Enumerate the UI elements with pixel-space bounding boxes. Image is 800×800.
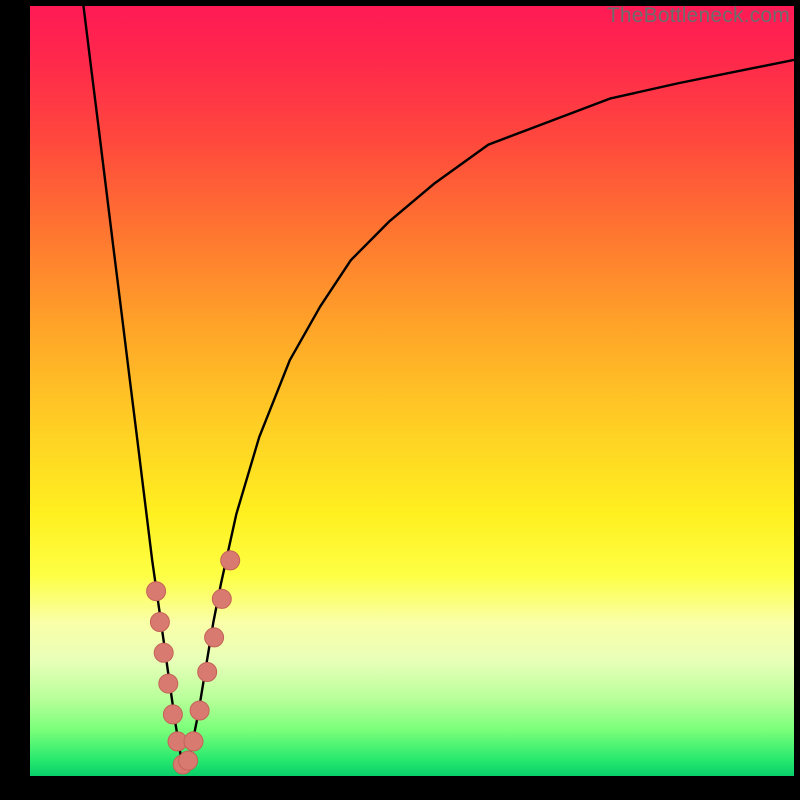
data-marker	[221, 551, 240, 570]
chart-frame: TheBottleneck.com	[0, 0, 800, 800]
data-marker	[184, 732, 203, 751]
data-marker	[163, 705, 182, 724]
data-marker	[147, 582, 166, 601]
data-marker	[190, 701, 209, 720]
plot-area	[30, 6, 794, 776]
data-marker	[150, 613, 169, 632]
watermark-text: TheBottleneck.com	[607, 4, 790, 28]
data-marker	[198, 663, 217, 682]
data-marker	[154, 643, 173, 662]
marker-cluster	[147, 551, 240, 774]
curve-path	[84, 6, 795, 768]
data-marker	[205, 628, 224, 647]
data-marker	[179, 751, 198, 770]
data-marker	[212, 589, 231, 608]
chart-svg	[30, 6, 794, 776]
data-marker	[159, 674, 178, 693]
bottleneck-curve	[84, 6, 795, 768]
